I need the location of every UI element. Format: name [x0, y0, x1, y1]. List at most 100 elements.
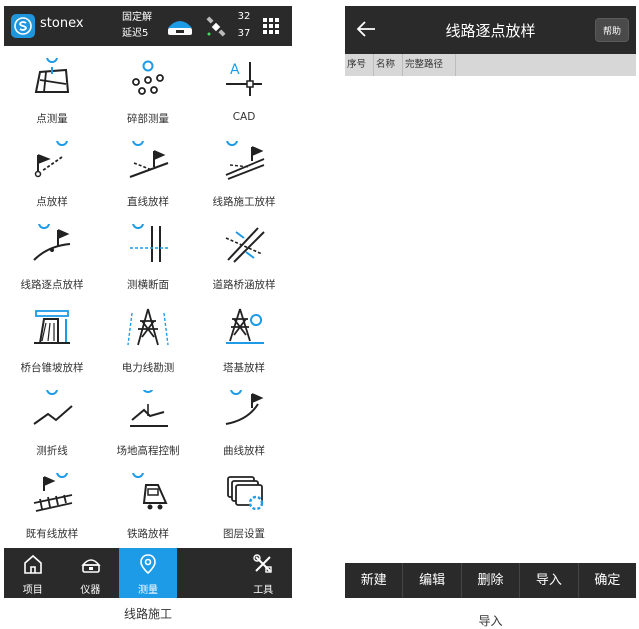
delete-button[interactable]: 删除: [462, 563, 521, 598]
menu-item-site-elevation[interactable]: 场地高程控制: [100, 386, 196, 466]
menu-item-power-line[interactable]: 电力线勘测: [100, 303, 196, 383]
menu-item-existing-rail[interactable]: 既有线放样: [4, 469, 100, 549]
menu-item-abutment-slope[interactable]: 桥台锥坡放样: [4, 303, 100, 383]
menu-label: 测折线: [36, 445, 68, 457]
right-caption: 导入: [478, 614, 503, 628]
abutment-slope-stakeout-icon: [34, 310, 70, 344]
bottom-tab-bar: 项目 仪器 测量 工具: [4, 548, 292, 598]
menu-label: 点测量: [36, 113, 68, 125]
menu-item-polyline[interactable]: 测折线: [4, 386, 100, 466]
road-bridge-stakeout-icon: [225, 227, 265, 263]
svg-text:A: A: [230, 62, 240, 78]
tab-label: 工具: [253, 585, 274, 596]
satellite-visible: 37: [237, 28, 251, 39]
page-title: 线路逐点放样: [445, 22, 536, 40]
menu-label: 塔基放样: [223, 362, 265, 374]
menu-label: CAD: [232, 111, 256, 123]
menu-item-railway[interactable]: 铁路放样: [100, 469, 196, 549]
menu-item-cad[interactable]: A CAD: [196, 54, 292, 134]
menu-label: 铁路放样: [127, 528, 169, 540]
menu-item-layer-settings[interactable]: 图层设置: [196, 469, 292, 549]
fix-solution-text: 固定解: [122, 12, 152, 23]
home-icon: [24, 554, 42, 574]
curve-stakeout-icon: [225, 390, 264, 425]
edit-button[interactable]: 编辑: [403, 563, 462, 598]
back-arrow-icon[interactable]: [355, 18, 377, 40]
tools-icon: [253, 554, 273, 573]
menu-item-curve-stakeout[interactable]: 曲线放样: [196, 386, 292, 466]
tab-label: 测量: [137, 585, 158, 596]
right-phone-screen: 线路逐点放样 帮助 序号 名称 完整路径 新建 编辑 删除 导入 确定: [345, 6, 636, 598]
brand-name: stonex: [40, 16, 84, 31]
line-stakeout-icon: [129, 141, 169, 178]
left-caption: 线路施工: [123, 607, 172, 621]
route-point-stakeout-icon: [33, 224, 71, 261]
location-pin-icon: [140, 554, 156, 575]
satellite-used: 32: [237, 11, 251, 22]
menu-item-road-bridge[interactable]: 道路桥涵放样: [196, 220, 292, 300]
satellite-icon[interactable]: [205, 16, 227, 38]
menu-label: 点放样: [36, 196, 68, 208]
cad-icon: A: [226, 62, 262, 96]
left-phone-screen: stonex 固定解 延迟5 32 37 点测量 碎部测量 A CAD 点放样 …: [4, 6, 292, 598]
cross-section-icon: [130, 224, 168, 262]
fix-status: 固定解 延迟5: [122, 10, 152, 42]
detail-survey-icon: [132, 60, 164, 95]
menu-label: 碎部测量: [127, 113, 169, 125]
receiver-icon[interactable]: [165, 12, 195, 40]
menu-item-cross-section[interactable]: 测横断面: [100, 220, 196, 300]
help-button[interactable]: 帮助: [595, 18, 629, 42]
menu-item-line-stakeout[interactable]: 直线放样: [100, 137, 196, 217]
menu-label: 图层设置: [223, 528, 265, 540]
confirm-button[interactable]: 确定: [579, 563, 636, 598]
status-bar: stonex 固定解 延迟5 32 37: [4, 6, 292, 46]
menu-label: 测横断面: [127, 279, 169, 291]
tab-label: 仪器: [80, 585, 101, 596]
menu-label: 道路桥涵放样: [212, 279, 276, 291]
layer-settings-icon: [227, 476, 264, 511]
delay-text: 延迟5: [122, 28, 149, 39]
instrument-icon: [80, 559, 101, 573]
tab-project[interactable]: 项目: [4, 548, 62, 598]
menu-label: 线路逐点放样: [20, 279, 84, 291]
menu-item-point-stakeout[interactable]: 点放样: [4, 137, 100, 217]
title-bar: 线路逐点放样 帮助: [345, 6, 636, 54]
tower-base-stakeout-icon: [226, 308, 264, 344]
point-stakeout-icon: [34, 141, 68, 178]
column-header-name[interactable]: 名称: [374, 54, 403, 76]
menu-label: 既有线放样: [25, 528, 79, 540]
app-grid-icon[interactable]: [263, 18, 279, 34]
tab-instrument[interactable]: 仪器: [62, 548, 120, 598]
column-header-index[interactable]: 序号: [345, 54, 374, 76]
import-button[interactable]: 导入: [520, 563, 579, 598]
point-survey-icon: [34, 58, 70, 93]
polyline-survey-icon: [33, 390, 73, 425]
menu-item-route-point-stakeout[interactable]: 线路逐点放样: [4, 220, 100, 300]
route-construction-stakeout-icon: [225, 141, 265, 180]
menu-label: 曲线放样: [223, 445, 265, 457]
menu-label: 场地高程控制: [116, 445, 180, 457]
menu-item-detail-survey[interactable]: 碎部测量: [100, 54, 196, 134]
site-elevation-icon: [130, 390, 168, 427]
menu-item-point-survey[interactable]: 点测量: [4, 54, 100, 134]
menu-item-tower-base[interactable]: 塔基放样: [196, 303, 292, 383]
tab-measure[interactable]: 测量: [119, 548, 177, 598]
menu-item-route-construction[interactable]: 线路施工放样: [196, 137, 292, 217]
menu-label: 线路施工放样: [212, 196, 276, 208]
tab-label: 项目: [22, 585, 43, 596]
menu-label: 直线放样: [127, 196, 169, 208]
railway-stakeout-icon: [132, 473, 168, 510]
satellite-count: 32 37: [236, 8, 252, 42]
tab-tools-spacer: [177, 548, 235, 598]
menu-label: 桥台锥坡放样: [20, 362, 84, 374]
menu-label: 电力线勘测: [121, 362, 175, 374]
existing-rail-stakeout-icon: [33, 473, 73, 512]
power-line-survey-icon: [127, 308, 169, 346]
tab-tools[interactable]: 工具: [234, 548, 292, 598]
column-header-path[interactable]: 完整路径: [403, 54, 456, 76]
table-header: 序号 名称 完整路径: [345, 54, 636, 76]
new-button[interactable]: 新建: [345, 563, 404, 598]
footer-button-bar: 新建 编辑 删除 导入 确定: [345, 563, 636, 598]
survey-menu-grid: 点测量 碎部测量 A CAD 点放样 直线放样 线路施工放样 线路逐点放样 测横…: [4, 54, 292, 548]
stonex-logo-icon: [11, 14, 35, 38]
